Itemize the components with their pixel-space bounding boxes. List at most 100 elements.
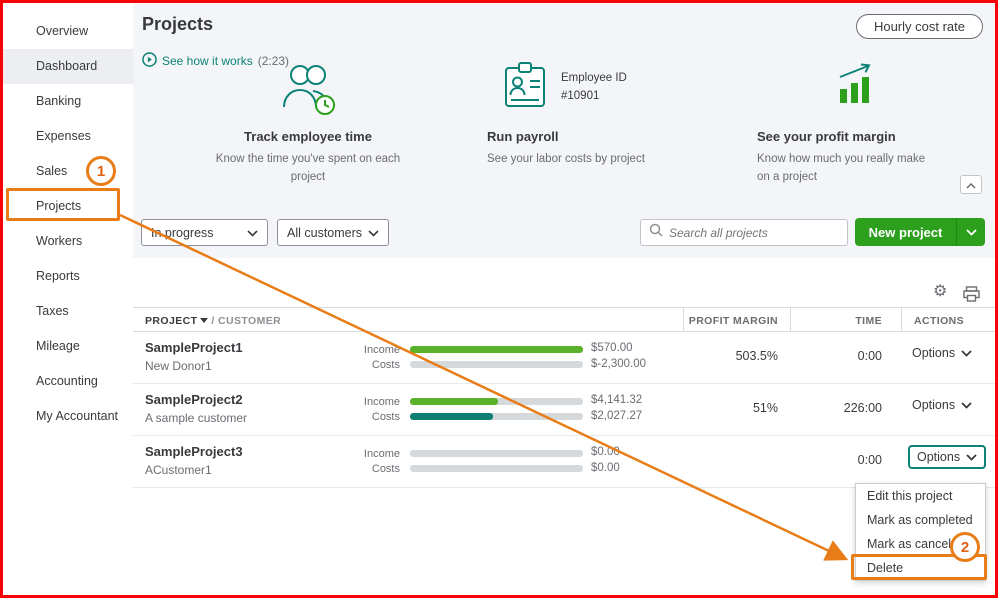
search-input[interactable] <box>669 225 839 240</box>
sidebar-item-accounting[interactable]: Accounting <box>3 364 133 399</box>
column-header-profit-margin: PROFIT MARGIN <box>688 315 778 327</box>
income-value: $570.00 <box>591 342 633 354</box>
new-project-dropdown-arrow[interactable] <box>957 218 985 246</box>
chevron-down-icon <box>961 349 972 357</box>
table-row: SampleProject3 ACustomer1 Income Costs $… <box>133 436 995 488</box>
income-bar <box>410 450 583 457</box>
feature-profit: See your profit margin Know how much you… <box>757 61 977 187</box>
sidebar-item-mileage[interactable]: Mileage <box>3 329 133 364</box>
time-value: 226:00 <box>843 401 882 415</box>
costs-bar <box>410 465 583 472</box>
gear-icon[interactable]: ⚙ <box>933 284 947 300</box>
project-name[interactable]: SampleProject2 <box>145 392 243 407</box>
feature-track-time: Track employee time Know the time you've… <box>188 61 428 187</box>
feature-profit-title: See your profit margin <box>757 129 896 144</box>
row-options-button[interactable]: Options <box>912 398 972 412</box>
income-label: Income <box>363 396 400 408</box>
table-row: SampleProject2 A sample customer Income … <box>133 384 995 436</box>
sidebar-item-my-accountant[interactable]: My Accountant <box>3 399 133 434</box>
costs-bar <box>410 413 583 420</box>
table-row: SampleProject1 New Donor1 Income Costs $… <box>133 332 995 384</box>
employee-time-icon <box>188 61 428 119</box>
chevron-down-icon <box>247 226 258 240</box>
profit-chart-icon <box>757 61 977 119</box>
income-value: $4,141.32 <box>591 394 643 406</box>
main-content: Projects Hourly cost rate See how it wor… <box>133 3 995 595</box>
feature-payroll-title: Run payroll <box>487 129 559 144</box>
income-bar <box>410 346 583 353</box>
feature-payroll-desc: See your labor costs by project <box>487 153 645 165</box>
page-title: Projects <box>142 14 214 34</box>
new-project-label[interactable]: New project <box>855 218 957 246</box>
feature-payroll: Employee ID #10901 Run payroll See your … <box>487 61 712 169</box>
sort-descending-icon <box>200 318 209 324</box>
costs-value: $-2,300.00 <box>591 358 646 370</box>
play-icon <box>142 52 157 70</box>
project-header-label: PROJECT <box>145 315 198 327</box>
hourly-cost-rate-button[interactable]: Hourly cost rate <box>855 14 983 39</box>
annotation-box-projects <box>6 188 120 221</box>
costs-label: Costs <box>371 463 400 475</box>
print-icon[interactable] <box>963 286 980 307</box>
table-header-row: PROJECT / CUSTOMER PROFIT MARGIN TIME ACT… <box>133 307 995 332</box>
header-divider <box>790 308 791 332</box>
feature-track-time-desc: Know the time you've spent on each proje… <box>215 153 401 183</box>
customer-filter-select[interactable]: All customers <box>277 219 389 246</box>
sidebar-item-banking[interactable]: Banking <box>3 84 133 119</box>
menu-item-mark-completed[interactable]: Mark as completed <box>856 508 985 532</box>
sidebar-item-taxes[interactable]: Taxes <box>3 294 133 329</box>
sidebar-item-dashboard[interactable]: Dashboard <box>3 49 133 84</box>
income-value: $0.00 <box>591 446 620 458</box>
employee-id-value: #10901 <box>561 90 600 103</box>
time-value: 0:00 <box>857 349 882 363</box>
annotation-step-2: 2 <box>950 532 980 562</box>
income-label: Income <box>363 344 400 356</box>
project-name[interactable]: SampleProject1 <box>145 340 243 355</box>
sidebar-item-overview[interactable]: Overview <box>3 14 133 49</box>
sidebar-item-workers[interactable]: Workers <box>3 224 133 259</box>
column-header-project[interactable]: PROJECT / CUSTOMER <box>145 315 281 327</box>
header-divider <box>901 308 902 332</box>
income-label: Income <box>363 448 400 460</box>
sidebar-item-reports[interactable]: Reports <box>3 259 133 294</box>
sidebar: Overview Dashboard Banking Expenses Sale… <box>3 3 133 595</box>
customer-name: ACustomer1 <box>145 463 212 477</box>
payroll-badge-icon <box>503 61 547 114</box>
time-value: 0:00 <box>857 453 882 467</box>
options-label: Options <box>912 398 956 412</box>
costs-value: $0.00 <box>591 462 620 474</box>
project-name[interactable]: SampleProject3 <box>145 444 243 459</box>
column-header-time: TIME <box>855 315 882 327</box>
options-label: Options <box>912 346 956 360</box>
new-project-button[interactable]: New project <box>855 218 985 246</box>
annotation-step-1: 1 <box>86 156 116 186</box>
customer-filter-value: All customers <box>287 225 363 240</box>
chevron-down-icon <box>966 453 977 461</box>
costs-label: Costs <box>371 411 400 423</box>
customer-name: A sample customer <box>145 411 248 425</box>
costs-label: Costs <box>371 359 400 371</box>
profit-margin-value: 51% <box>752 401 778 415</box>
customer-name: New Donor1 <box>145 359 212 373</box>
income-bar <box>410 398 583 405</box>
feature-track-time-title: Track employee time <box>244 129 372 144</box>
project-search <box>640 219 848 246</box>
row-options-button[interactable]: Options <box>912 346 972 360</box>
collapse-panel-button[interactable] <box>960 175 982 194</box>
costs-value: $2,027.27 <box>591 410 643 422</box>
column-header-actions: ACTIONS <box>914 315 965 327</box>
menu-item-edit-project[interactable]: Edit this project <box>856 484 985 508</box>
chevron-down-icon <box>368 226 379 240</box>
costs-bar <box>410 361 583 368</box>
status-filter-select[interactable]: In progress <box>141 219 268 246</box>
feature-profit-desc: Know how much you really make on a proje… <box>757 153 926 183</box>
profit-margin-value: 503.5% <box>735 349 778 363</box>
sidebar-item-expenses[interactable]: Expenses <box>3 119 133 154</box>
chevron-down-icon <box>961 401 972 409</box>
employee-id-card: Employee ID #10901 <box>561 61 627 106</box>
employee-id-label: Employee ID <box>561 72 627 84</box>
row-options-button-open[interactable]: Options <box>908 445 987 469</box>
header-divider <box>683 308 684 332</box>
chevron-up-icon <box>966 176 976 194</box>
options-label: Options <box>917 450 961 464</box>
